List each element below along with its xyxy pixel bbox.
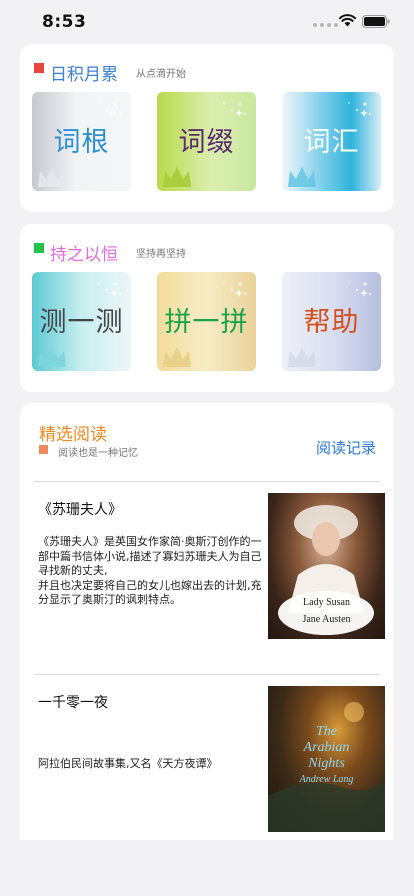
section-subtitle: 坚持再坚持 xyxy=(136,249,186,260)
persist-card: 持之以恒 坚持再坚持 测一测 拼一拼 帮助 xyxy=(20,224,394,392)
tile-vocabulary[interactable]: 词汇 xyxy=(282,92,381,191)
tile-label: 词根 xyxy=(53,127,110,158)
section-subtitle: 阅读也是一种记忆 xyxy=(58,448,138,459)
tile-label: 帮助 xyxy=(303,307,360,338)
cover-author: Jane Austen xyxy=(302,614,351,625)
tile-label: 词汇 xyxy=(303,127,360,158)
section-title: 日积月累 xyxy=(50,65,118,85)
crown-icon xyxy=(163,347,191,367)
cover-title: The xyxy=(316,724,337,739)
status-bar: 8:53 xyxy=(0,0,414,44)
book-cover-lady-susan: Lady Susan Jane Austen xyxy=(268,493,385,639)
book-title: 《苏珊夫人》 xyxy=(38,502,122,518)
crown-icon xyxy=(288,167,316,187)
cover-title: Arabian xyxy=(303,740,350,755)
reading-record-link[interactable]: 阅读记录 xyxy=(316,437,376,458)
tile-label: 词缀 xyxy=(178,127,235,158)
section-marker xyxy=(34,243,44,253)
cover-title: Nights xyxy=(308,756,345,771)
tile-affixes[interactable]: 词缀 xyxy=(157,92,256,191)
crown-icon xyxy=(163,167,191,187)
section-title: 精选阅读 xyxy=(39,425,107,445)
crown-icon xyxy=(38,347,66,367)
tile-label: 拼一拼 xyxy=(164,307,249,338)
cover-author: Andrew Lang xyxy=(299,774,354,785)
divider xyxy=(34,674,380,675)
book-description: 阿拉伯民间故事集,又名《天方夜谭》 xyxy=(38,757,218,770)
cellular-signal-icon xyxy=(313,23,338,27)
tile-spell[interactable]: 拼一拼 xyxy=(157,272,256,371)
book-title: 一千零一夜 xyxy=(38,695,108,711)
divider xyxy=(34,481,380,482)
tile-label: 测一测 xyxy=(39,307,124,338)
section-marker xyxy=(34,63,44,73)
cover-title: Lady Susan xyxy=(303,597,350,608)
book-description: 《苏珊夫人》是英国女作家简·奥斯汀创作的一部中篇书信体小说,描述了寡妇苏珊夫人为… xyxy=(38,535,262,606)
status-time: 8:53 xyxy=(42,12,87,32)
crown-icon xyxy=(288,347,316,367)
section-subtitle: 从点滴开始 xyxy=(136,69,186,80)
section-marker xyxy=(39,445,48,454)
accumulate-card: 日积月累 从点滴开始 词根 词缀 词汇 xyxy=(20,44,394,212)
wifi-icon xyxy=(339,14,356,27)
book-cover-arabian-nights: The Arabian Nights Andrew Lang xyxy=(268,686,385,832)
battery-icon xyxy=(362,15,390,28)
tile-quiz[interactable]: 测一测 xyxy=(32,272,131,371)
tile-help[interactable]: 帮助 xyxy=(282,272,381,371)
section-title: 持之以恒 xyxy=(50,245,118,265)
tile-root-words[interactable]: 词根 xyxy=(32,92,131,191)
crown-icon xyxy=(38,167,66,187)
